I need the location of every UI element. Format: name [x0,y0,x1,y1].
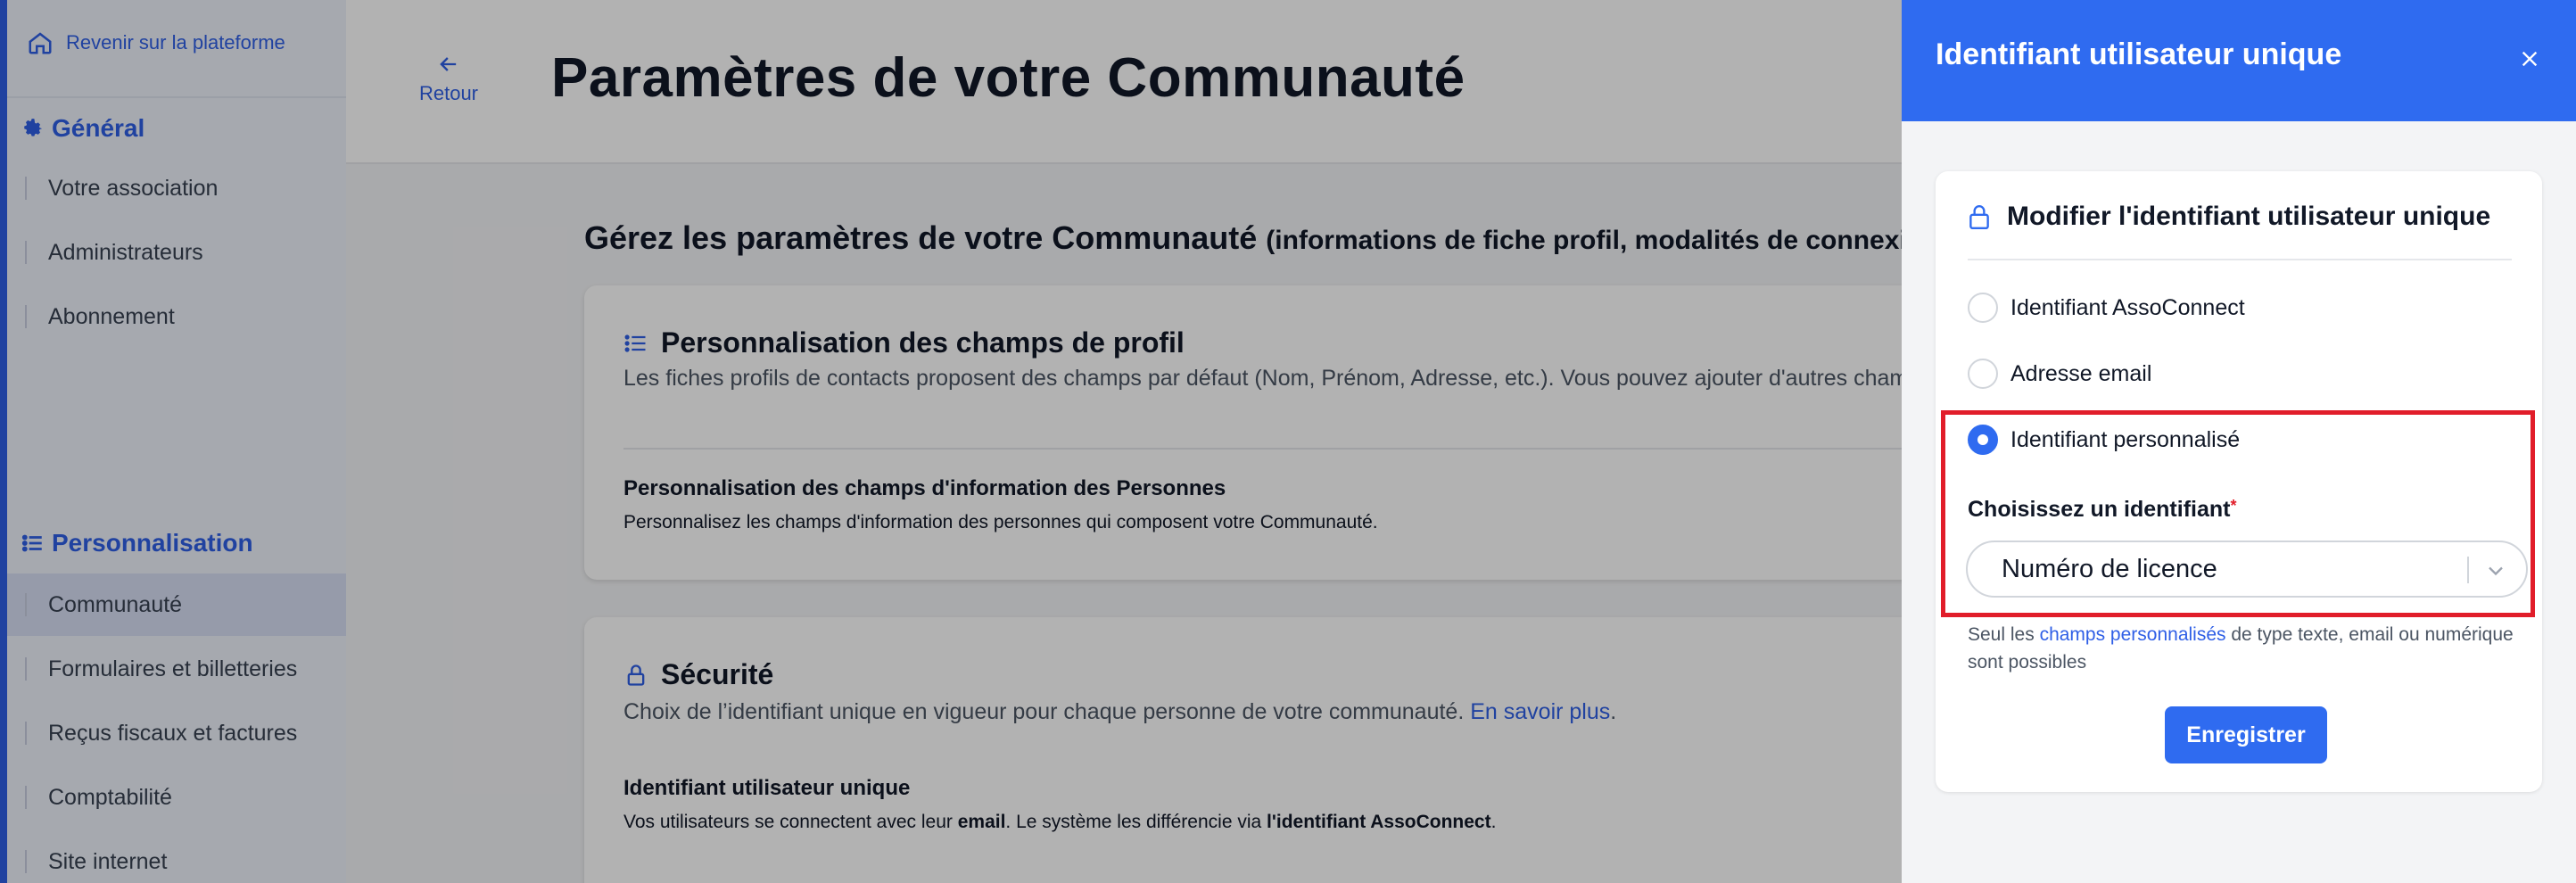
radio-custom-id[interactable]: Identifiant personnalisé [1968,425,2240,455]
identifier-field-label: Choisissez un identifiant* [1968,497,2237,523]
radio-label: Identifiant personnalisé [2010,426,2241,452]
help-prefix: Seul les [1968,624,2035,645]
lock-icon [1969,205,1989,230]
close-icon [2522,51,2538,67]
panel-title-text: Modifier l'identifiant utilisateur uniqu… [2007,202,2491,231]
drawer-header: Identifiant utilisateur unique [1902,0,2576,121]
identifier-select[interactable]: Numéro de licence [1966,541,2528,598]
radio-button-checked[interactable] [1968,425,1998,455]
panel-title: Modifier l'identifiant utilisateur uniqu… [1968,202,2490,232]
required-mark: * [2230,497,2237,515]
radio-assoconnect-id[interactable]: Identifiant AssoConnect [1968,293,2245,323]
chevron-down-icon[interactable] [2483,558,2508,583]
radio-button[interactable] [1968,359,1998,389]
panel-divider [1968,259,2512,260]
select-value: Numéro de licence [2002,554,2217,583]
radio-email[interactable]: Adresse email [1968,359,2151,389]
modal-overlay[interactable] [0,0,1902,883]
drawer-title: Identifiant utilisateur unique [1936,37,2342,71]
radio-label: Identifiant AssoConnect [2010,294,2245,320]
identifier-panel: Modifier l'identifiant utilisateur uniqu… [1936,171,2542,792]
radio-label: Adresse email [2010,360,2152,386]
close-button[interactable] [2510,39,2549,78]
select-separator [2467,557,2469,583]
help-text: Seul les champs personnalisés de type te… [1968,621,2521,676]
field-label-text: Choisissez un identifiant [1968,497,2231,522]
radio-button[interactable] [1968,293,1998,323]
custom-fields-link[interactable]: champs personnalisés [2040,624,2226,645]
side-drawer: Identifiant utilisateur unique Modifier … [1902,0,2576,883]
save-button[interactable]: Enregistrer [2165,706,2327,763]
